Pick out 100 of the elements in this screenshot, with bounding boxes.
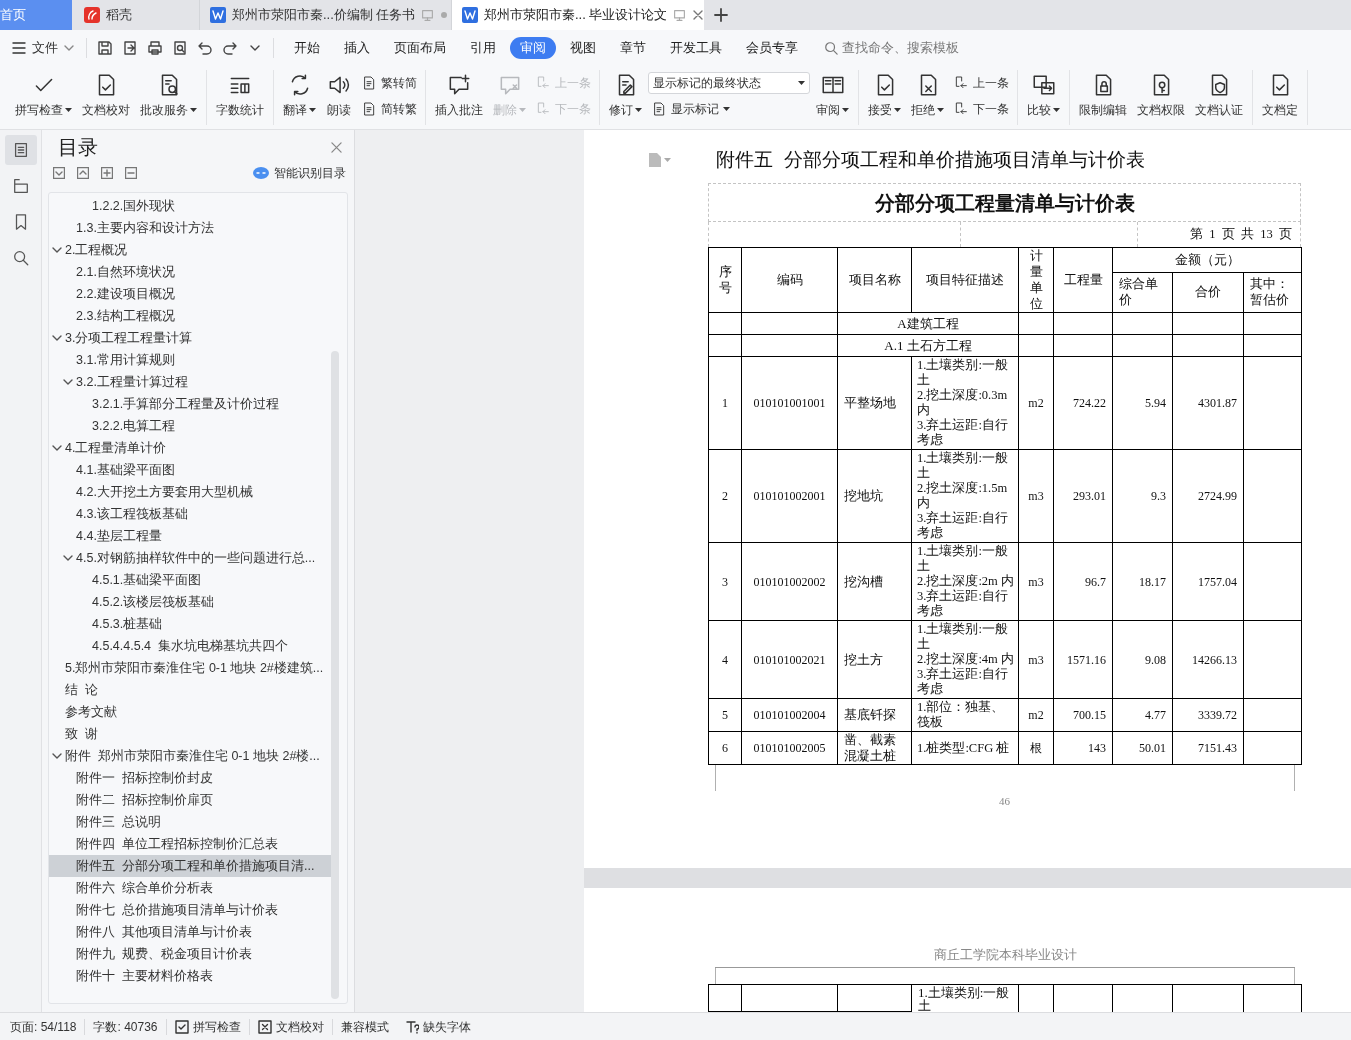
ribbon-button[interactable]: 显示标记	[648, 98, 810, 120]
caret-icon	[937, 108, 944, 112]
outline-item[interactable]: 3.分项工程工程量计算	[49, 327, 331, 349]
outline-item[interactable]: 参考文献	[49, 701, 331, 723]
ribbon-button[interactable]: 文档权限	[1133, 70, 1189, 122]
chevron-icon[interactable]	[63, 379, 73, 385]
outline-item[interactable]: 4.4.垫层工程量	[49, 525, 331, 547]
export-icon[interactable]	[122, 40, 138, 56]
table-cell: m2	[1018, 698, 1054, 732]
collapse-up-icon[interactable]	[77, 167, 89, 179]
outline-item[interactable]: 3.2.1.手算部分工程量及计价过程	[49, 393, 331, 415]
outline-item[interactable]: 4.5.1.基础梁平面图	[49, 569, 331, 591]
save-icon[interactable]	[97, 40, 113, 56]
outline-item[interactable]: 3.1.常用计算规则	[49, 349, 331, 371]
ribbon-button[interactable]: 朗读	[322, 70, 356, 122]
outline-item[interactable]: 3.2.工程量计算过程	[49, 371, 331, 393]
printer-icon[interactable]	[147, 40, 163, 56]
outline-item[interactable]: 2.工程概况	[49, 239, 331, 261]
outline-item[interactable]: 4.5.4.4.5.4 集水坑电梯基坑共四个	[49, 635, 331, 657]
outline-item[interactable]: 4.5.2.该楼层筏板基础	[49, 591, 331, 613]
ribbon-button[interactable]: 字数统计	[212, 70, 268, 122]
ribbon-button[interactable]: 下一条	[950, 98, 1012, 120]
ribbon-tab[interactable]: 页面布局	[384, 37, 456, 59]
missing-font-button[interactable]: 缺失字体	[396, 1018, 479, 1035]
close-icon[interactable]	[692, 9, 705, 21]
preview-icon[interactable]	[172, 40, 188, 56]
outline-item[interactable]: 附件四 单位工程招标控制价汇总表	[49, 833, 331, 855]
outline-item[interactable]: 5.郑州市荥阳市秦淮住宅 0-1 地块 2#楼建筑...	[49, 657, 331, 679]
outline-item[interactable]: 1.3.主要内容和设计方法	[49, 217, 331, 239]
ribbon-tab[interactable]: 审阅	[510, 37, 556, 59]
close-icon[interactable]	[331, 141, 342, 153]
outline-item[interactable]: 4.3.该工程筏板基础	[49, 503, 331, 525]
outline-item[interactable]: 附件二 招标控制价扉页	[49, 789, 331, 811]
table-cell: 4301.87	[1172, 356, 1244, 450]
ribbon-button[interactable]: 文档认证	[1191, 70, 1247, 122]
undo-icon[interactable]	[197, 40, 213, 56]
outline-item[interactable]: 附件十 主要材料价格表	[49, 965, 331, 987]
outline-item[interactable]: 2.1.自然环境状况	[49, 261, 331, 283]
ribbon-button[interactable]: 审阅	[812, 70, 853, 122]
outline-item[interactable]: 致 谢	[49, 723, 331, 745]
chevron-icon[interactable]	[52, 335, 62, 341]
ribbon-tab[interactable]: 视图	[560, 37, 606, 59]
ribbon-button[interactable]: 插入批注	[431, 70, 487, 122]
plus-icon[interactable]	[714, 8, 728, 22]
ribbon-button[interactable]: 比较	[1023, 70, 1064, 122]
outline-item[interactable]: 附件九 规费、税金项目计价表	[49, 943, 331, 965]
outline-item[interactable]: 附件七 总价措施项目清单与计价表	[49, 899, 331, 921]
outline-item[interactable]: 4.1.基础梁平面图	[49, 459, 331, 481]
side-panel-button[interactable]	[4, 135, 37, 165]
chevron-icon[interactable]	[63, 555, 73, 561]
redo-icon[interactable]	[222, 40, 238, 56]
outline-item[interactable]: 4.5.3.桩基础	[49, 613, 331, 635]
ribbon-button[interactable]: 文档定	[1258, 70, 1302, 122]
ribbon-button[interactable]: 文档校对	[78, 70, 134, 122]
outline-item[interactable]: 2.3.结构工程概况	[49, 305, 331, 327]
ribbon-button[interactable]: 批改服务	[136, 70, 201, 122]
outline-item[interactable]: 附件三 总说明	[49, 811, 331, 833]
outline-item[interactable]: 4.工程量清单计价	[49, 437, 331, 459]
ribbon-button[interactable]: 修订	[605, 70, 646, 122]
ribbon-button[interactable]: 上一条	[950, 72, 1012, 94]
outline-item[interactable]: 1.2.2.国外现状	[49, 195, 331, 217]
outline-item[interactable]: 4.2.大开挖土方要套用大型机械	[49, 481, 331, 503]
ribbon-button[interactable]: 接受	[864, 70, 905, 122]
chevron-icon[interactable]	[52, 753, 62, 759]
column-header: 项目名称	[837, 247, 912, 313]
chevron-icon[interactable]	[52, 247, 62, 253]
chevron-icon[interactable]	[52, 445, 62, 451]
command-search-field[interactable]: 查找命令、搜索模板	[824, 38, 982, 58]
ribbon-button[interactable]: 翻译	[279, 70, 320, 122]
ribbon-tab[interactable]: 开始	[284, 37, 330, 59]
ribbon-tab[interactable]: 会员专享	[736, 37, 808, 59]
document-arrow-icon	[535, 101, 551, 117]
collapse-down-icon[interactable]	[53, 167, 65, 179]
smart-toc-button[interactable]: 智能识别目录	[253, 164, 346, 182]
outline-item[interactable]: 附件六 综合单价分析表	[49, 877, 331, 899]
ribbon-tab[interactable]: 章节	[610, 37, 656, 59]
markup-mode-dropdown[interactable]: 显示标记的最终状态	[648, 72, 810, 94]
ribbon-button[interactable]: 拒绝	[907, 70, 948, 122]
ribbon-button[interactable]: 拼写检查	[11, 70, 76, 122]
proofread-button[interactable]: 文档校对	[249, 1018, 333, 1035]
outline-item[interactable]: 2.2.建设项目概况	[49, 283, 331, 305]
ribbon-tab[interactable]: 引用	[460, 37, 506, 59]
file-menu[interactable]: 文件	[12, 38, 87, 58]
outline-item[interactable]: 附件 郑州市荥阳市秦淮住宅 0-1 地块 2#楼...	[49, 745, 331, 767]
ribbon-button[interactable]: 简转繁	[358, 98, 420, 120]
spellcheck-button[interactable]: 拼写检查	[166, 1018, 250, 1035]
outline-item[interactable]: 3.2.2.电算工程	[49, 415, 331, 437]
outline-item[interactable]: 结 论	[49, 679, 331, 701]
ribbon-tab[interactable]: 开发工具	[660, 37, 732, 59]
scrollbar-thumb[interactable]	[331, 351, 339, 999]
minus-box-icon[interactable]	[125, 167, 137, 179]
title-tab[interactable]: 郑州市荥阳市秦... 毕业设计论文	[452, 0, 704, 30]
outline-item[interactable]: 附件八 其他项目清单与计价表	[49, 921, 331, 943]
ribbon-tab[interactable]: 插入	[334, 37, 380, 59]
ribbon-button[interactable]: 限制编辑	[1075, 70, 1131, 122]
outline-item[interactable]: 4.5.对钢筋抽样软件中的一些问题进行总...	[49, 547, 331, 569]
outline-item[interactable]: 附件一 招标控制价封皮	[49, 767, 331, 789]
outline-item[interactable]: 附件五 分部分项工程和单价措施项目清...	[49, 855, 331, 877]
ribbon-button[interactable]: 繁转简	[358, 72, 420, 94]
plus-box-icon[interactable]	[101, 167, 113, 179]
